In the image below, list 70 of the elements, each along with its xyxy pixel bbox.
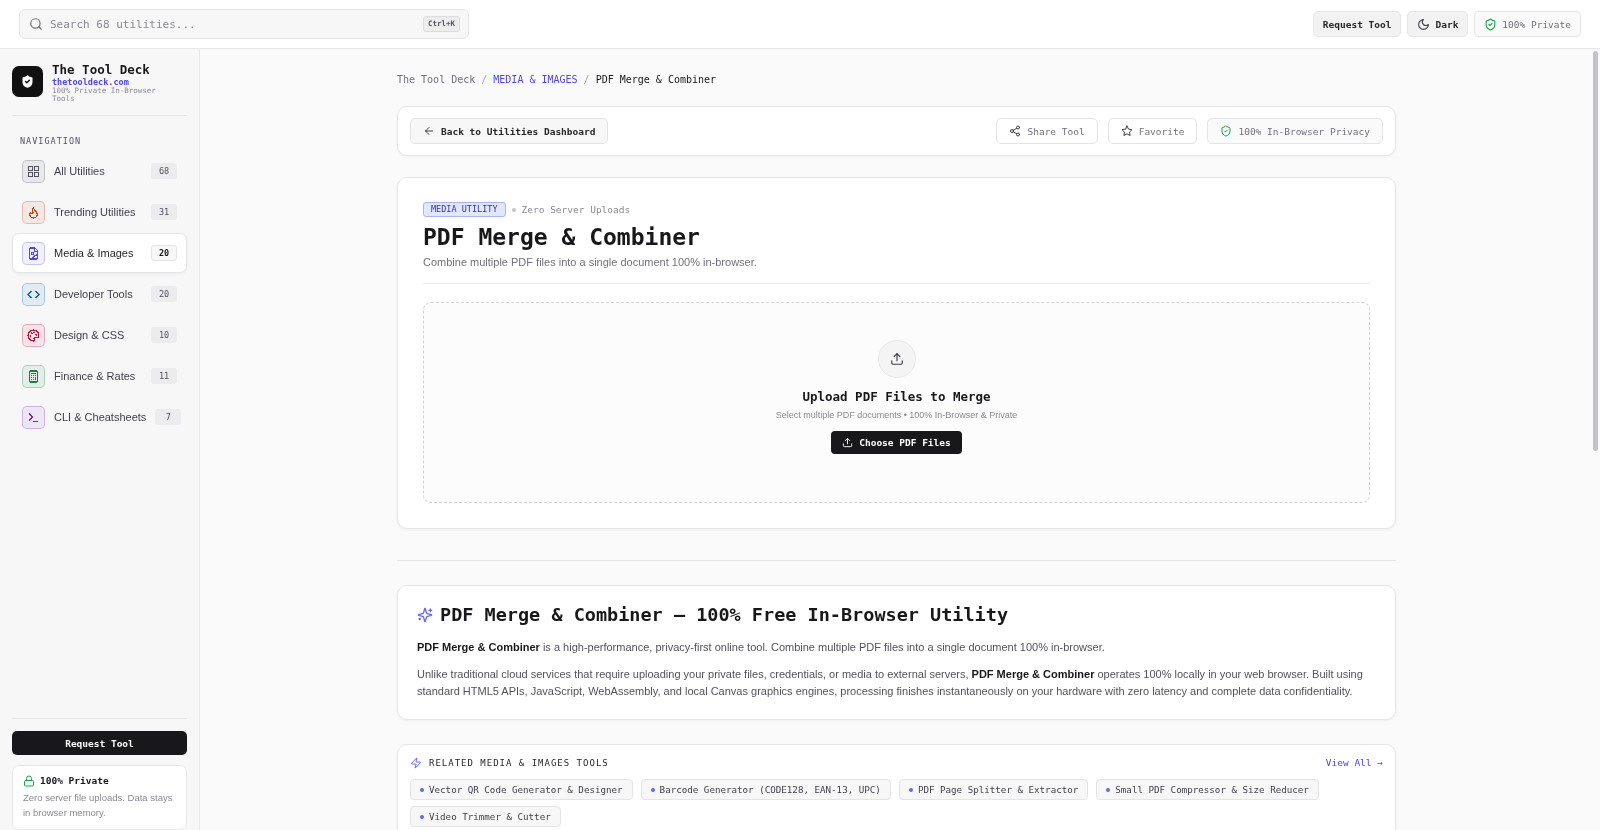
related-tool-chip[interactable]: Barcode Generator (CODE128, EAN-13, UPC) bbox=[640, 779, 891, 800]
about-paragraph: Unlike traditional cloud services that require uploading your private files, credentials, or media to external servers, PDF Merge & Combiner operates 100% locally in your web browser. Built using standard HTML5 APIs, JavaScript, WebAssembly, and local Canvas graphics engines, processing finishes instantaneously on your hardware with zero latency and complete data confidentiality. bbox=[417, 667, 1364, 699]
breadcrumb-separator: / bbox=[481, 73, 488, 87]
upload-icon bbox=[877, 340, 916, 378]
count-badge: 31 bbox=[151, 204, 177, 220]
privacy-text: Zero server file uploads. Data stays in browser memory. bbox=[23, 791, 174, 820]
sparkles-icon bbox=[417, 607, 433, 623]
sidebar-item[interactable]: Finance & Rates 11 bbox=[12, 356, 187, 396]
dropzone-title: Upload PDF Files to Merge bbox=[802, 388, 991, 405]
about-paragraph: PDF Merge & Combiner is a high-performance, privacy-first online tool. Combine multiple PDF files into a single document 100% in-browser. bbox=[417, 640, 1106, 655]
share-icon bbox=[1009, 125, 1022, 137]
shield-check-icon bbox=[1484, 17, 1498, 31]
scrollbar-thumb[interactable] bbox=[1593, 51, 1598, 451]
shield-check-icon bbox=[1220, 125, 1233, 137]
arrow-left-icon bbox=[423, 125, 435, 137]
tool-description: Combine multiple PDF files into a single document 100% in-browser. bbox=[423, 255, 758, 270]
sidebar-item[interactable]: Developer Tools 20 bbox=[12, 274, 187, 314]
related-tool-chip[interactable]: Video Trimmer & Cutter bbox=[410, 806, 561, 827]
dot-icon bbox=[908, 787, 913, 792]
favorite-button[interactable]: Favorite bbox=[1107, 118, 1198, 144]
share-button[interactable]: Share Tool bbox=[996, 118, 1098, 144]
count-badge: 20 bbox=[151, 245, 177, 261]
tool-tagline: Zero Server Uploads bbox=[521, 204, 631, 215]
count-badge: 7 bbox=[155, 409, 182, 425]
sidebar-item[interactable]: Trending Utilities 31 bbox=[12, 192, 187, 232]
sidebar-item[interactable]: Media & Images 20 bbox=[12, 233, 187, 273]
privacy-title: 100% Private bbox=[40, 775, 109, 787]
about-title: PDF Merge & Combiner — 100% Free In-Browser Utility bbox=[440, 603, 1009, 627]
related-tool-chip[interactable]: PDF Page Splitter & Extractor bbox=[898, 779, 1089, 800]
breadcrumb-link[interactable]: MEDIA & IMAGES bbox=[493, 73, 578, 87]
breadcrumb-link[interactable]: The Tool Deck bbox=[397, 73, 476, 87]
dot-icon bbox=[420, 787, 424, 792]
privacy-badge: 100% Private bbox=[1474, 11, 1581, 37]
moon-icon bbox=[1417, 17, 1431, 31]
sidebar-item[interactable]: All Utilities 68 bbox=[12, 151, 187, 191]
dot-icon bbox=[420, 814, 424, 819]
lightning-icon bbox=[410, 757, 422, 769]
choose-files-button[interactable]: Choose PDF Files bbox=[831, 431, 962, 454]
count-badge: 20 bbox=[151, 286, 177, 302]
breadcrumb-current: PDF Merge & Combiner bbox=[595, 73, 717, 87]
dropzone-hint: Select multiple PDF documents • 100% In-Browser & Private bbox=[775, 409, 1018, 421]
count-badge: 10 bbox=[151, 327, 177, 343]
tool-title: PDF Merge & Combiner bbox=[423, 223, 701, 252]
search-icon bbox=[29, 17, 43, 31]
upload-icon bbox=[842, 437, 854, 448]
request-tool-button[interactable]: Request Tool bbox=[1312, 11, 1402, 37]
upload-dropzone[interactable]: Upload PDF Files to Merge Select multiple PDF documents • 100% In-Browser & Private Choose PDF Files bbox=[423, 302, 1370, 503]
sidebar-item[interactable]: Design & CSS 10 bbox=[12, 315, 187, 355]
related-heading: RELATED MEDIA & IMAGES TOOLS bbox=[429, 757, 610, 770]
lock-icon bbox=[23, 775, 35, 787]
privacy-badge: 100% In-Browser Privacy bbox=[1207, 118, 1383, 144]
dot-icon bbox=[511, 207, 516, 212]
section-heading: NAVIGATION bbox=[20, 135, 83, 147]
dot-icon bbox=[650, 787, 655, 792]
brand-url-link[interactable]: thetooldeck.com bbox=[52, 77, 129, 87]
view-all-link[interactable]: View All → bbox=[1325, 756, 1383, 770]
brand-name: The Tool Deck bbox=[52, 63, 150, 77]
back-button[interactable]: Back to Utilities Dashboard bbox=[410, 118, 609, 144]
theme-toggle-button[interactable]: Dark bbox=[1407, 11, 1469, 37]
related-tool-chip[interactable]: Vector QR Code Generator & Designer bbox=[410, 779, 633, 800]
sidebar-item[interactable]: CLI & Cheatsheets 7 bbox=[12, 397, 187, 437]
shield-logo bbox=[12, 66, 43, 97]
dot-icon bbox=[1106, 787, 1111, 792]
breadcrumb-separator: / bbox=[583, 73, 590, 87]
star-icon bbox=[1120, 125, 1133, 137]
related-tool-chip[interactable]: Small PDF Compressor & Size Reducer bbox=[1096, 779, 1319, 800]
count-badge: 68 bbox=[151, 163, 177, 179]
request-tool-button[interactable]: Request Tool bbox=[12, 731, 187, 755]
count-badge: 11 bbox=[151, 368, 177, 384]
category-tag: MEDIA UTILITY bbox=[423, 202, 506, 217]
